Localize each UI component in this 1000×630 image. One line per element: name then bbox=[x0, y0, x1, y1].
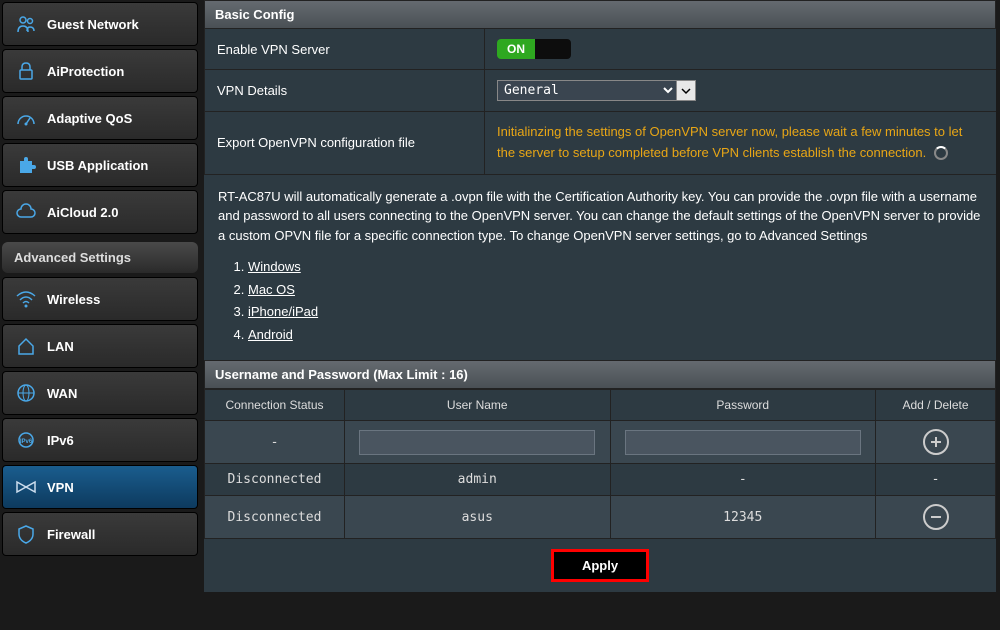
sidebar-item-adaptive-qos[interactable]: Adaptive QoS bbox=[2, 96, 198, 140]
svg-text:IPv6: IPv6 bbox=[20, 439, 33, 445]
description-block: RT-AC87U will automatically generate a .… bbox=[204, 175, 996, 361]
sidebar-item-label: Firewall bbox=[47, 527, 95, 542]
sidebar-item-vpn[interactable]: VPN bbox=[2, 465, 198, 509]
sidebar-item-label: IPv6 bbox=[47, 433, 74, 448]
delete-row-button[interactable] bbox=[923, 504, 949, 530]
loading-spinner-icon bbox=[934, 146, 948, 160]
col-status: Connection Status bbox=[205, 390, 345, 421]
vpn-details-label: VPN Details bbox=[205, 70, 485, 112]
table-row: Disconnected asus 12345 bbox=[205, 496, 996, 539]
sidebar-item-firewall[interactable]: Firewall bbox=[2, 512, 198, 556]
sidebar-item-label: USB Application bbox=[47, 158, 148, 173]
enable-vpn-toggle[interactable]: ON bbox=[497, 39, 571, 59]
row-user: asus bbox=[345, 496, 611, 539]
basic-config-table: Enable VPN Server ON VPN Details General… bbox=[204, 29, 996, 175]
link-macos[interactable]: Mac OS bbox=[248, 282, 295, 297]
gauge-icon bbox=[15, 107, 37, 129]
sidebar-item-label: Wireless bbox=[47, 292, 100, 307]
ipv6-icon: IPv6 bbox=[15, 429, 37, 451]
sidebar-item-wireless[interactable]: Wireless bbox=[2, 277, 198, 321]
row-user: admin bbox=[345, 464, 611, 496]
sidebar-item-guest-network[interactable]: Guest Network bbox=[2, 2, 198, 46]
link-android[interactable]: Android bbox=[248, 327, 293, 342]
chevron-down-icon[interactable] bbox=[677, 80, 696, 101]
globe-icon bbox=[15, 382, 37, 404]
sidebar-item-wan[interactable]: WAN bbox=[2, 371, 198, 415]
description-text: RT-AC87U will automatically generate a .… bbox=[218, 189, 980, 243]
home-icon bbox=[15, 335, 37, 357]
shield-icon bbox=[15, 523, 37, 545]
vpn-icon bbox=[15, 476, 37, 498]
sidebar: Guest Network AiProtection Adaptive QoS … bbox=[0, 0, 200, 630]
user-table-header: Username and Password (Max Limit : 16) bbox=[204, 360, 996, 389]
puzzle-icon bbox=[15, 154, 37, 176]
password-input[interactable] bbox=[625, 430, 861, 455]
col-username: User Name bbox=[345, 390, 611, 421]
sidebar-item-label: AiProtection bbox=[47, 64, 124, 79]
sidebar-item-label: AiCloud 2.0 bbox=[47, 205, 119, 220]
platform-links-list: Windows Mac OS iPhone/iPad Android bbox=[248, 257, 982, 344]
link-iphone-ipad[interactable]: iPhone/iPad bbox=[248, 304, 318, 319]
apply-button[interactable]: Apply bbox=[551, 549, 649, 582]
apply-section: Apply bbox=[204, 539, 996, 592]
sidebar-item-label: LAN bbox=[47, 339, 74, 354]
username-input[interactable] bbox=[359, 430, 595, 455]
row-pass: 12345 bbox=[610, 496, 876, 539]
col-password: Password bbox=[610, 390, 876, 421]
table-row: Disconnected admin - - bbox=[205, 464, 996, 496]
toggle-on-label: ON bbox=[497, 39, 535, 59]
sidebar-item-ipv6[interactable]: IPv6 IPv6 bbox=[2, 418, 198, 462]
row-action: - bbox=[876, 464, 996, 496]
row-status: Disconnected bbox=[205, 496, 345, 539]
export-status-text: Initialinzing the settings of OpenVPN se… bbox=[497, 124, 962, 160]
sidebar-item-aiprotection[interactable]: AiProtection bbox=[2, 49, 198, 93]
enable-vpn-label: Enable VPN Server bbox=[205, 29, 485, 70]
advanced-settings-header: Advanced Settings bbox=[2, 242, 198, 273]
sidebar-item-label: Adaptive QoS bbox=[47, 111, 132, 126]
users-icon bbox=[15, 13, 37, 35]
add-row-button[interactable] bbox=[923, 429, 949, 455]
wifi-icon bbox=[15, 288, 37, 310]
sidebar-item-label: WAN bbox=[47, 386, 77, 401]
toggle-off-slot bbox=[535, 39, 571, 59]
col-action: Add / Delete bbox=[876, 390, 996, 421]
export-config-label: Export OpenVPN configuration file bbox=[205, 112, 485, 175]
link-windows[interactable]: Windows bbox=[248, 259, 301, 274]
main-content: Basic Config Enable VPN Server ON VPN De… bbox=[200, 0, 1000, 630]
row-pass: - bbox=[610, 464, 876, 496]
sidebar-item-label: VPN bbox=[47, 480, 74, 495]
user-password-table: Connection Status User Name Password Add… bbox=[204, 389, 996, 539]
input-row-status: - bbox=[205, 421, 345, 464]
sidebar-item-aicloud[interactable]: AiCloud 2.0 bbox=[2, 190, 198, 234]
lock-icon bbox=[15, 60, 37, 82]
row-status: Disconnected bbox=[205, 464, 345, 496]
vpn-details-select[interactable]: General bbox=[497, 80, 677, 101]
cloud-icon bbox=[15, 201, 37, 223]
table-input-row: - bbox=[205, 421, 996, 464]
sidebar-item-usb-application[interactable]: USB Application bbox=[2, 143, 198, 187]
basic-config-header: Basic Config bbox=[204, 0, 996, 29]
sidebar-item-lan[interactable]: LAN bbox=[2, 324, 198, 368]
sidebar-item-label: Guest Network bbox=[47, 17, 139, 32]
